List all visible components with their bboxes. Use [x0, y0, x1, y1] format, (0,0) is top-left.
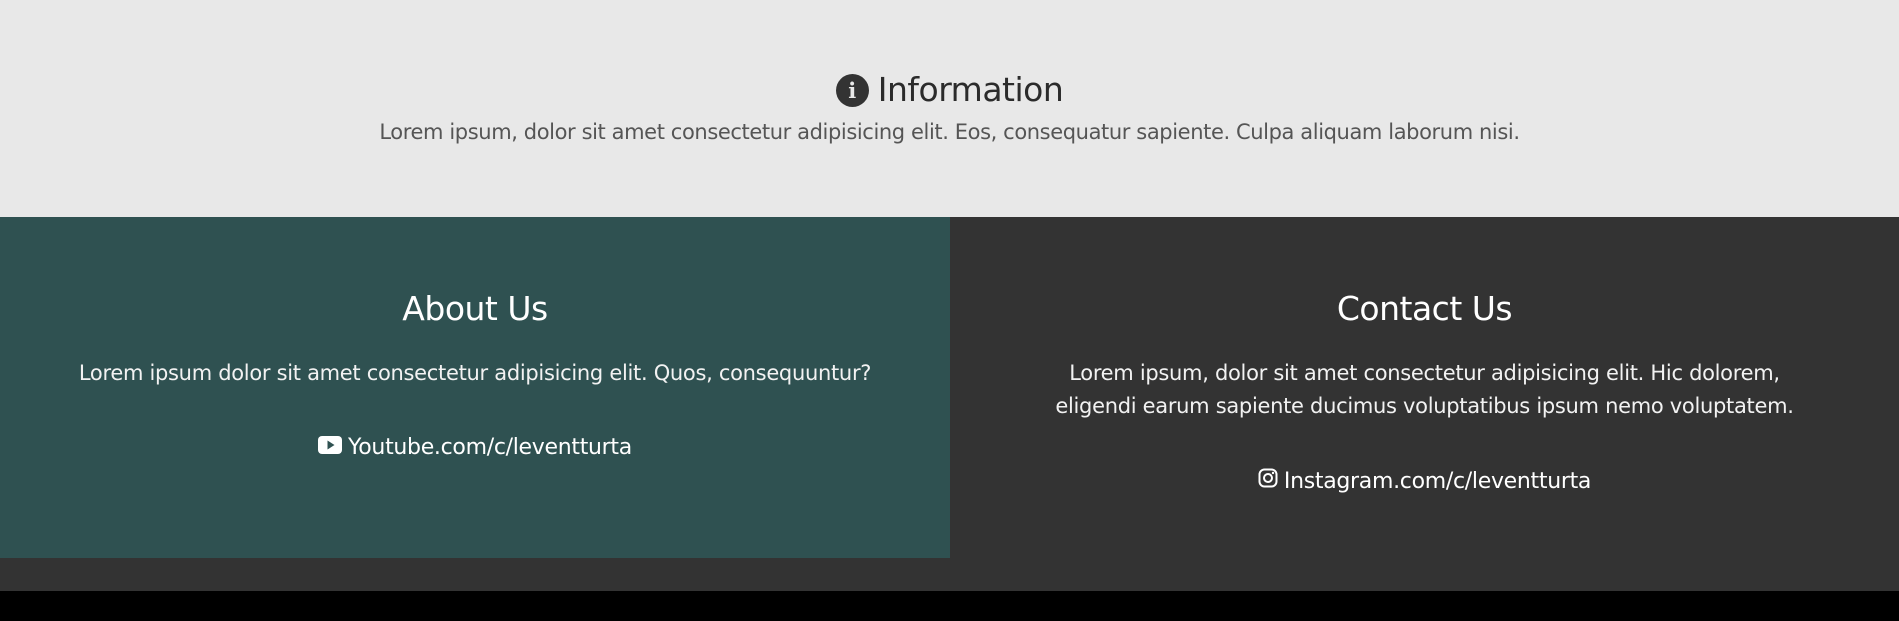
- contact-us-column: Contact Us Lorem ipsum, dolor sit amet c…: [950, 217, 1899, 558]
- information-section: i Information Lorem ipsum, dolor sit ame…: [0, 0, 1899, 217]
- youtube-icon: [318, 435, 343, 460]
- about-us-text: Lorem ipsum dolor sit amet consectetur a…: [78, 361, 872, 385]
- youtube-link-text: Youtube.com/c/leventturta: [348, 435, 632, 460]
- about-us-column: About Us Lorem ipsum dolor sit amet cons…: [0, 217, 950, 558]
- footer-columns: About Us Lorem ipsum dolor sit amet cons…: [0, 217, 1899, 591]
- information-title: Information: [877, 70, 1064, 109]
- youtube-link[interactable]: Youtube.com/c/leventturta: [0, 435, 950, 460]
- instagram-link-text: Instagram.com/c/leventturta: [1283, 468, 1592, 494]
- contact-us-title: Contact Us: [1336, 289, 1513, 328]
- page-bottom-bar: [0, 591, 1899, 621]
- information-heading: i Information: [0, 70, 1899, 110]
- instagram-icon: [1258, 468, 1278, 494]
- information-text: Lorem ipsum, dolor sit amet consectetur …: [379, 120, 1520, 144]
- about-us-title: About Us: [402, 289, 548, 328]
- info-circle-icon: i: [835, 73, 869, 107]
- instagram-link[interactable]: Instagram.com/c/leventturta: [950, 468, 1899, 494]
- contact-us-text: Lorem ipsum, dolor sit amet consectetur …: [1055, 361, 1794, 418]
